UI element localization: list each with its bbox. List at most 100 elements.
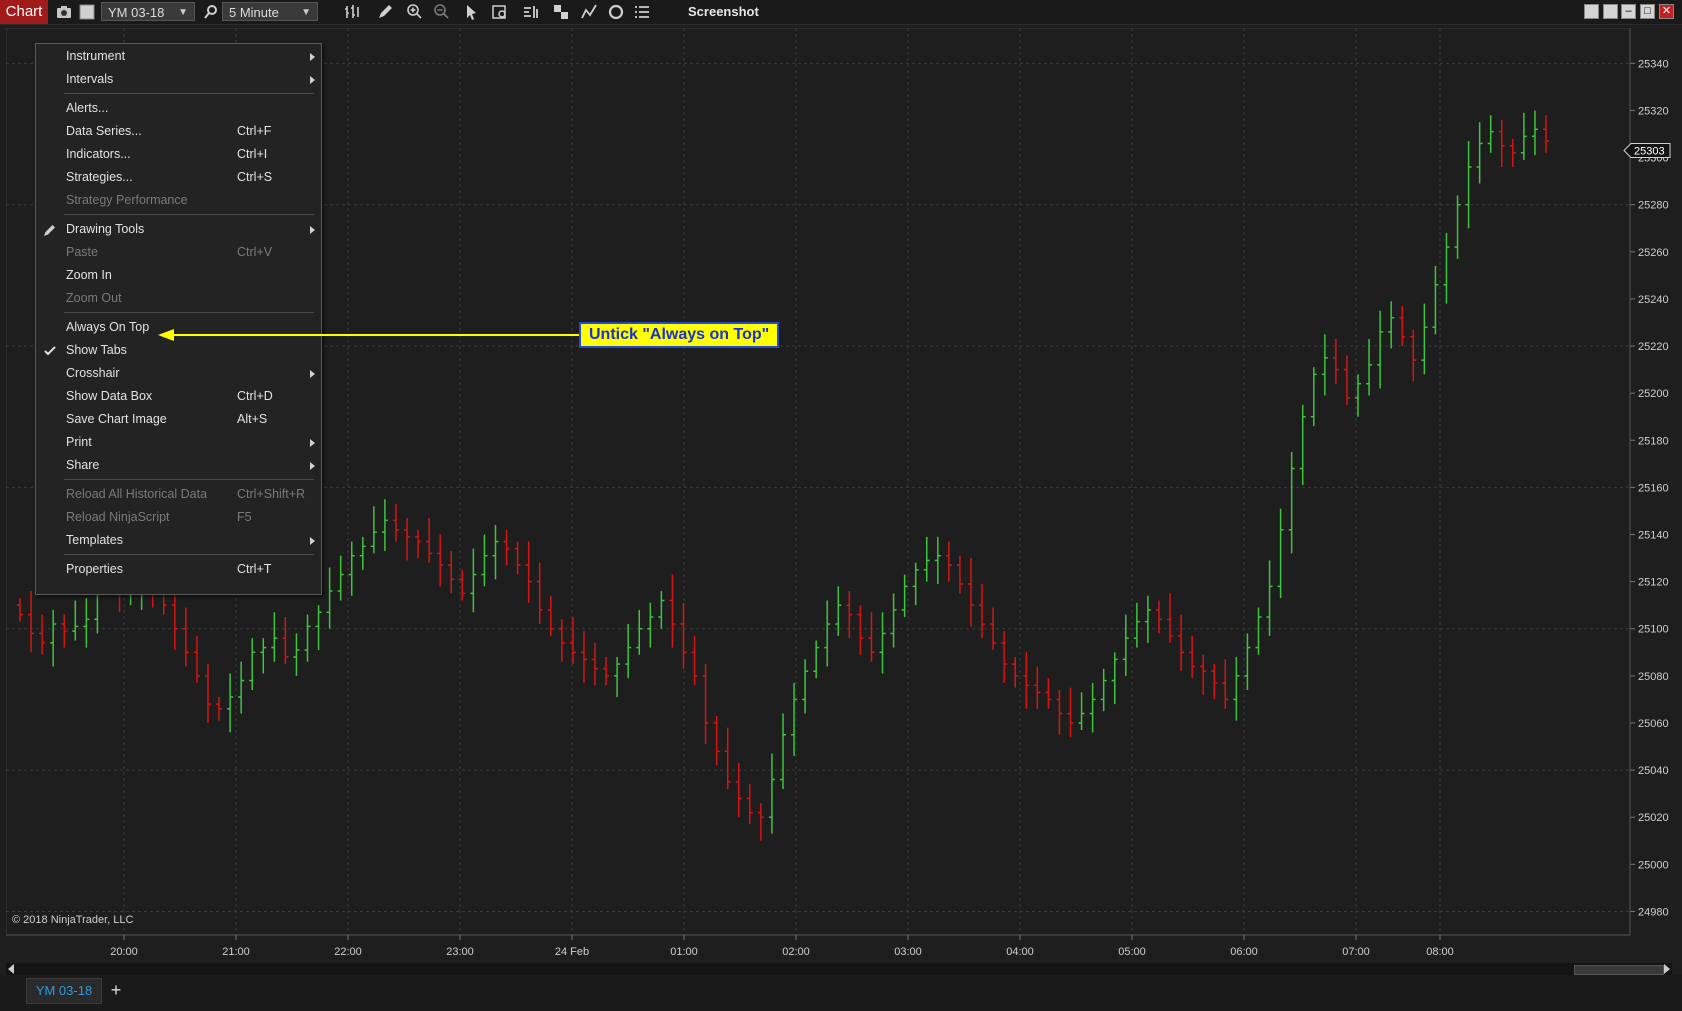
price-axis-label: 25140: [1638, 530, 1669, 542]
tile-window-icon[interactable]: [1584, 4, 1599, 19]
menu-item-label: Paste: [66, 245, 98, 259]
annotation-arrow: [158, 329, 582, 341]
time-axis-label: 20:00: [110, 946, 138, 958]
price-axis-label: 25240: [1638, 294, 1669, 306]
camera-icon[interactable]: [55, 3, 73, 21]
price-axis-label: 25100: [1638, 624, 1669, 636]
menu-item-templates[interactable]: Templates: [36, 529, 321, 552]
menu-item-alerts[interactable]: Alerts...: [36, 97, 321, 120]
horizontal-scrollbar[interactable]: [6, 963, 1672, 975]
price-axis-label: 25260: [1638, 247, 1669, 259]
maximize-icon[interactable]: □: [1640, 4, 1655, 19]
properties-list-icon[interactable]: [633, 3, 651, 21]
time-axis-label: 01:00: [670, 946, 698, 958]
price-axis-label: 25020: [1638, 812, 1669, 824]
add-tab-button[interactable]: +: [106, 978, 126, 1004]
menu-item-data-series[interactable]: Data Series... Ctrl+F: [36, 120, 321, 143]
submenu-arrow-icon: [310, 226, 315, 234]
menu-item-crosshair[interactable]: Crosshair: [36, 362, 321, 385]
menu-item-reload-all-historical-data: Reload All Historical Data Ctrl+Shift+R: [36, 483, 321, 506]
menu-item-share[interactable]: Share: [36, 454, 321, 477]
menu-item-zoom-out: Zoom Out: [36, 287, 321, 310]
interval-selector[interactable]: 5 Minute ▼: [222, 2, 318, 21]
submenu-arrow-icon: [310, 76, 315, 84]
chart-toolbar: Chart YM 03-18 ▼ 5 Minute ▼ Screenshot ‒…: [0, 0, 1682, 25]
submenu-arrow-icon: [310, 370, 315, 378]
menu-item-label: Indicators...: [66, 147, 131, 161]
menu-item-show-data-box[interactable]: Show Data Box Ctrl+D: [36, 385, 321, 408]
price-axis-label: 25340: [1638, 58, 1669, 70]
menu-item-shortcut: Ctrl+T: [237, 562, 272, 576]
copyright-notice: © 2018 NinjaTrader, LLC: [12, 914, 134, 926]
menu-item-reload-ninjascript: Reload NinjaScript F5: [36, 506, 321, 529]
menu-item-strategies[interactable]: Strategies... Ctrl+S: [36, 166, 321, 189]
menu-item-label: Properties: [66, 562, 123, 576]
price-axis-label: 24980: [1638, 906, 1669, 918]
menu-item-label: Show Tabs: [66, 343, 127, 357]
search-icon[interactable]: [202, 3, 220, 21]
menu-item-save-chart-image[interactable]: Save Chart Image Alt+S: [36, 408, 321, 431]
scroll-right-icon[interactable]: [1664, 964, 1670, 974]
menu-item-properties[interactable]: Properties Ctrl+T: [36, 558, 321, 581]
chevron-down-icon: ▼: [301, 7, 311, 18]
menu-item-shortcut: Ctrl+Shift+R: [237, 487, 306, 501]
menu-item-drawing-tools[interactable]: Drawing Tools: [36, 218, 321, 241]
price-axis-label: 25160: [1638, 482, 1669, 494]
minimize-icon[interactable]: ‒: [1621, 4, 1636, 19]
window-link-icon[interactable]: [78, 3, 96, 21]
time-axis-label: 08:00: [1426, 946, 1454, 958]
price-axis-label: 25080: [1638, 671, 1669, 683]
menu-item-label: Strategy Performance: [66, 193, 188, 207]
price-axis-label: 25220: [1638, 341, 1669, 353]
zoom-in-icon[interactable]: [405, 3, 423, 21]
instrument-selector[interactable]: YM 03-18 ▼: [101, 2, 195, 21]
menu-item-strategy-performance: Strategy Performance: [36, 189, 321, 212]
templates-icon[interactable]: [552, 3, 570, 21]
data-box-icon[interactable]: [491, 3, 509, 21]
menu-separator: [64, 554, 314, 555]
pencil-icon[interactable]: [376, 3, 394, 21]
price-axis-label: 25040: [1638, 765, 1669, 777]
time-axis-label: 02:00: [782, 946, 810, 958]
menu-item-zoom-in[interactable]: Zoom In: [36, 264, 321, 287]
order-icon[interactable]: [522, 3, 540, 21]
submenu-arrow-icon: [310, 53, 315, 61]
menu-item-label: Strategies...: [66, 170, 133, 184]
menu-item-paste: Paste Ctrl+V: [36, 241, 321, 264]
menu-item-label: Drawing Tools: [66, 222, 145, 236]
price-axis-label: 25280: [1638, 200, 1669, 212]
bar-type-icon[interactable]: [343, 3, 361, 21]
time-axis-label: 07:00: [1342, 946, 1370, 958]
chart-window-label[interactable]: Chart: [0, 0, 48, 24]
tab-ym-03-18[interactable]: YM 03-18: [26, 978, 102, 1004]
menu-item-instrument[interactable]: Instrument: [36, 45, 321, 68]
instrument-value: YM 03-18: [108, 5, 165, 20]
menu-item-label: Instrument: [66, 49, 126, 63]
menu-item-shortcut: Ctrl+F: [237, 124, 272, 138]
tile-window-icon[interactable]: [1603, 4, 1618, 19]
pointer-icon[interactable]: [462, 3, 480, 21]
menu-item-label: Templates: [66, 533, 123, 547]
screenshot-button[interactable]: Screenshot: [688, 0, 759, 24]
menu-item-print[interactable]: Print: [36, 431, 321, 454]
menu-separator: [64, 214, 314, 215]
reload-icon[interactable]: [607, 3, 625, 21]
close-icon[interactable]: ✕: [1659, 4, 1674, 19]
submenu-arrow-icon: [310, 537, 315, 545]
strategy-icon[interactable]: [580, 3, 598, 21]
menu-item-label: Save Chart Image: [66, 412, 167, 426]
time-axis-label: 06:00: [1230, 946, 1258, 958]
scroll-thumb[interactable]: [1574, 965, 1664, 975]
menu-item-label: Always On Top: [66, 320, 150, 334]
menu-item-indicators[interactable]: Indicators... Ctrl+I: [36, 143, 321, 166]
menu-item-shortcut: F5: [237, 510, 252, 524]
menu-item-intervals[interactable]: Intervals: [36, 68, 321, 91]
scroll-left-icon[interactable]: [8, 964, 14, 974]
menu-item-shortcut: Ctrl+D: [237, 389, 273, 403]
menu-item-label: Print: [66, 435, 92, 449]
menu-item-shortcut: Alt+S: [237, 412, 268, 426]
submenu-arrow-icon: [310, 439, 315, 447]
submenu-arrow-icon: [310, 462, 315, 470]
menu-item-label: Share: [66, 458, 100, 472]
zoom-out-icon[interactable]: [432, 3, 450, 21]
